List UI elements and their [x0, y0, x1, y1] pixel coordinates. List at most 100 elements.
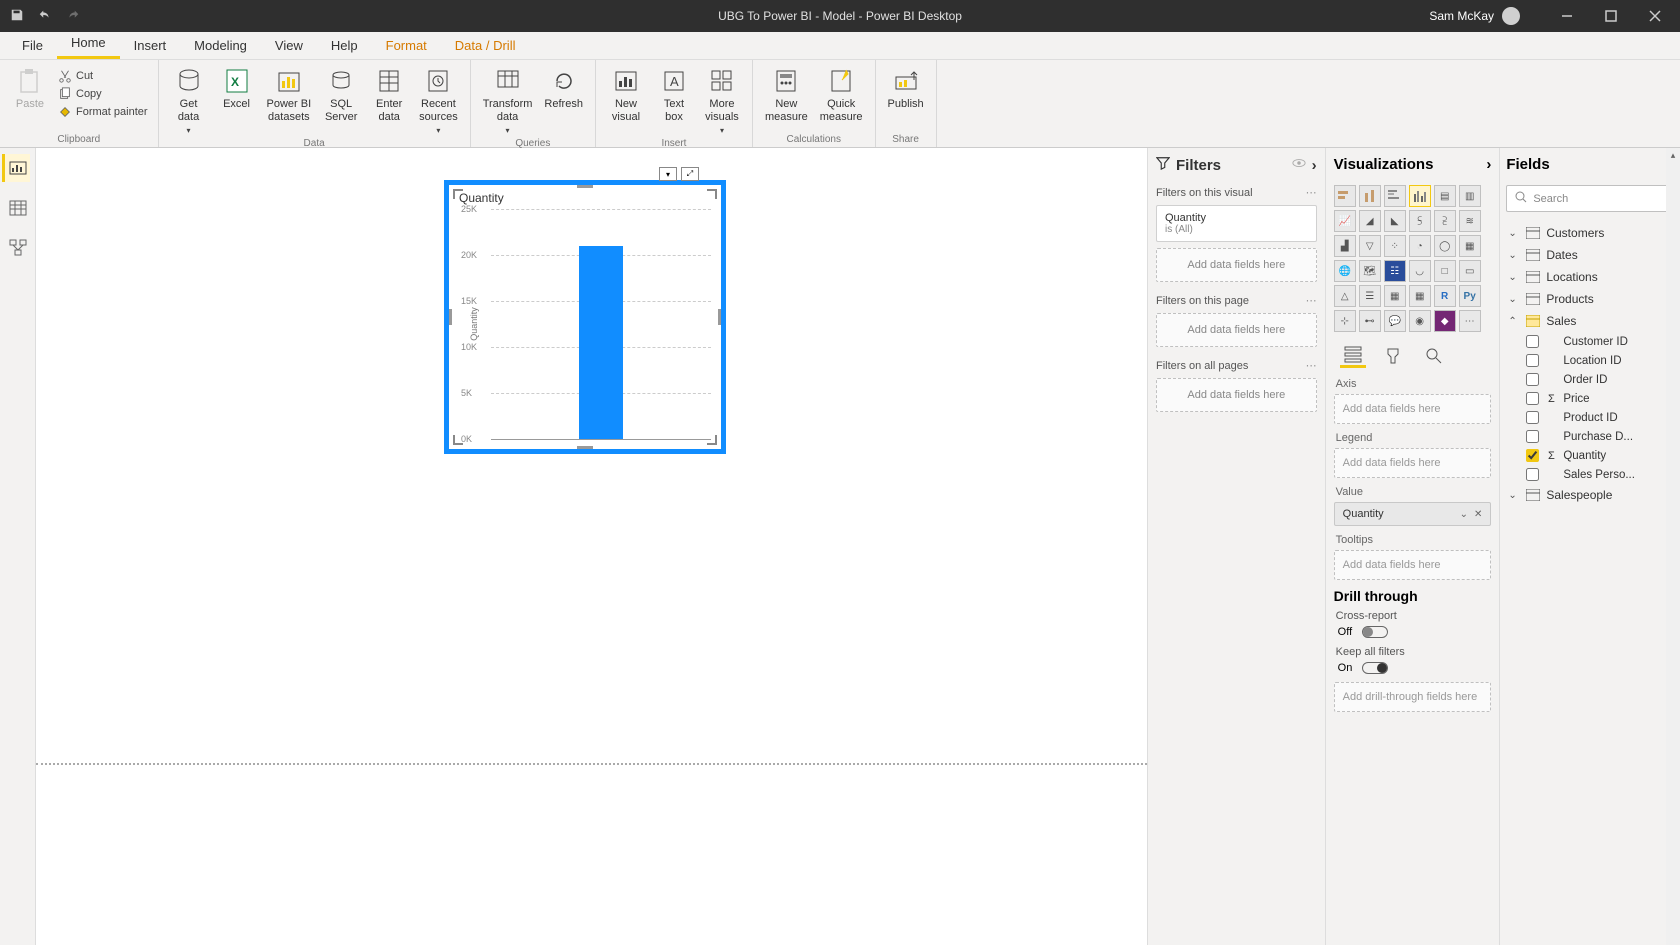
tab-view[interactable]: View	[261, 33, 317, 59]
data-view-button[interactable]	[4, 194, 32, 222]
chart-visual[interactable]: ▾ ⤢ Quantity Quantity 25K 20K 15K 10K 5K…	[444, 180, 726, 454]
viz-clustered-column-icon[interactable]	[1409, 185, 1431, 207]
user-display[interactable]: Sam McKay	[1429, 7, 1520, 25]
viz-card-icon[interactable]: □	[1434, 260, 1456, 282]
drillthrough-well[interactable]: Add drill-through fields here	[1334, 682, 1492, 712]
viz-donut-icon[interactable]: ◯	[1434, 235, 1456, 257]
viz-table-icon[interactable]: ▦	[1384, 285, 1406, 307]
field-price[interactable]: ΣPrice	[1506, 389, 1674, 408]
report-view-button[interactable]	[2, 154, 30, 182]
viz-line-clustered-icon[interactable]: ⫔	[1434, 210, 1456, 232]
field-locationid[interactable]: Location ID	[1506, 351, 1674, 370]
eye-icon[interactable]	[1292, 156, 1306, 174]
viz-area-icon[interactable]: ◢	[1359, 210, 1381, 232]
viz-matrix-icon[interactable]: ▦	[1409, 285, 1431, 307]
more-icon[interactable]: ⋯	[1306, 186, 1317, 199]
filter-dropzone-all[interactable]: Add data fields here	[1156, 378, 1317, 412]
field-quantity[interactable]: ΣQuantity	[1506, 446, 1674, 465]
viz-decomposition-icon[interactable]: ⊷	[1359, 310, 1381, 332]
chart-bar[interactable]	[579, 246, 623, 439]
visual-header-focus-icon[interactable]: ⤢	[681, 167, 699, 181]
tab-modeling[interactable]: Modeling	[180, 33, 261, 59]
viz-shape-map-icon[interactable]: ☷	[1384, 260, 1406, 282]
viz-slicer-icon[interactable]: ☰	[1359, 285, 1381, 307]
cross-report-toggle[interactable]	[1362, 626, 1388, 638]
table-customers[interactable]: ⌄Customers	[1506, 222, 1674, 244]
viz-pie-icon[interactable]: ◔	[1409, 235, 1431, 257]
minimize-button[interactable]	[1550, 2, 1584, 30]
tab-help[interactable]: Help	[317, 33, 372, 59]
filter-card-quantity[interactable]: Quantity is (All)	[1156, 205, 1317, 242]
field-purchasedate[interactable]: Purchase D...	[1506, 427, 1674, 446]
viz-python-icon[interactable]: Py	[1459, 285, 1481, 307]
more-icon[interactable]: ⋯	[1306, 359, 1317, 372]
field-orderid[interactable]: Order ID	[1506, 370, 1674, 389]
viz-line-icon[interactable]: 📈	[1334, 210, 1356, 232]
remove-icon[interactable]: ✕	[1474, 509, 1482, 520]
save-icon[interactable]	[10, 8, 24, 25]
more-icon[interactable]: ⋯	[1306, 294, 1317, 307]
viz-line-column-icon[interactable]: ⫓	[1409, 210, 1431, 232]
viz-filled-map-icon[interactable]: 🗺	[1359, 260, 1381, 282]
keep-filters-toggle[interactable]	[1362, 662, 1388, 674]
quick-measure-button[interactable]: Quick measure	[816, 64, 867, 126]
resize-handle[interactable]	[577, 446, 593, 449]
viz-powerapps-icon[interactable]: ◆	[1434, 310, 1456, 332]
resize-handle[interactable]	[707, 189, 717, 199]
maximize-button[interactable]	[1594, 2, 1628, 30]
text-box-button[interactable]: AText box	[652, 64, 696, 126]
collapse-icon[interactable]: ›	[1312, 157, 1317, 174]
resize-handle[interactable]	[718, 309, 721, 325]
table-dates[interactable]: ⌄Dates	[1506, 244, 1674, 266]
viz-clustered-bar-icon[interactable]	[1384, 185, 1406, 207]
fields-tab-icon[interactable]	[1340, 342, 1366, 368]
redo-icon[interactable]	[66, 8, 80, 25]
collapse-icon[interactable]: ›	[1486, 156, 1491, 173]
copy-button[interactable]: Copy	[56, 86, 150, 102]
viz-ribbon-icon[interactable]: ≋	[1459, 210, 1481, 232]
new-visual-button[interactable]: New visual	[604, 64, 648, 126]
fields-search[interactable]: Search	[1506, 185, 1674, 212]
analytics-tab-icon[interactable]	[1420, 342, 1446, 368]
value-well-quantity[interactable]: Quantity ⌄ ✕	[1334, 502, 1492, 526]
tab-insert[interactable]: Insert	[120, 33, 181, 59]
excel-button[interactable]: XExcel	[215, 64, 259, 113]
legend-well[interactable]: Add data fields here	[1334, 448, 1492, 478]
undo-icon[interactable]	[38, 8, 52, 25]
format-tab-icon[interactable]	[1380, 342, 1406, 368]
viz-funnel-icon[interactable]: ▽	[1359, 235, 1381, 257]
table-locations[interactable]: ⌄Locations	[1506, 266, 1674, 288]
scroll-up-icon[interactable]: ▴	[1666, 148, 1680, 162]
viz-more-icon[interactable]: ⋯	[1459, 310, 1481, 332]
new-measure-button[interactable]: New measure	[761, 64, 812, 126]
transform-data-button[interactable]: Transform data▾	[479, 64, 537, 138]
viz-treemap-icon[interactable]: ▦	[1459, 235, 1481, 257]
field-customerid[interactable]: Customer ID	[1506, 332, 1674, 351]
viz-waterfall-icon[interactable]: ▟	[1334, 235, 1356, 257]
viz-gauge-icon[interactable]: ◡	[1409, 260, 1431, 282]
cut-button[interactable]: Cut	[56, 68, 150, 84]
tooltips-well[interactable]: Add data fields here	[1334, 550, 1492, 580]
close-button[interactable]	[1638, 2, 1672, 30]
axis-well[interactable]: Add data fields here	[1334, 394, 1492, 424]
table-products[interactable]: ⌄Products	[1506, 288, 1674, 310]
viz-qa-icon[interactable]: 💬	[1384, 310, 1406, 332]
format-painter-button[interactable]: Format painter	[56, 104, 150, 120]
model-view-button[interactable]	[4, 234, 32, 262]
tab-home[interactable]: Home	[57, 30, 120, 59]
enter-data-button[interactable]: Enter data	[367, 64, 411, 126]
viz-stacked-bar-icon[interactable]	[1334, 185, 1356, 207]
chevron-down-icon[interactable]: ⌄	[1460, 509, 1468, 520]
get-data-button[interactable]: Get data▾	[167, 64, 211, 138]
viz-kpi-icon[interactable]: △	[1334, 285, 1356, 307]
resize-handle[interactable]	[449, 309, 452, 325]
field-salesperson[interactable]: Sales Perso...	[1506, 465, 1674, 484]
paste-button[interactable]: Paste	[8, 64, 52, 113]
resize-handle[interactable]	[453, 189, 463, 199]
sql-server-button[interactable]: SQL Server	[319, 64, 363, 126]
viz-multi-card-icon[interactable]: ▭	[1459, 260, 1481, 282]
viz-paginated-icon[interactable]: ◉	[1409, 310, 1431, 332]
report-canvas[interactable]: ▾ ⤢ Quantity Quantity 25K 20K 15K 10K 5K…	[36, 148, 1147, 945]
table-salespeople[interactable]: ⌄Salespeople	[1506, 484, 1674, 506]
viz-map-icon[interactable]: 🌐	[1334, 260, 1356, 282]
